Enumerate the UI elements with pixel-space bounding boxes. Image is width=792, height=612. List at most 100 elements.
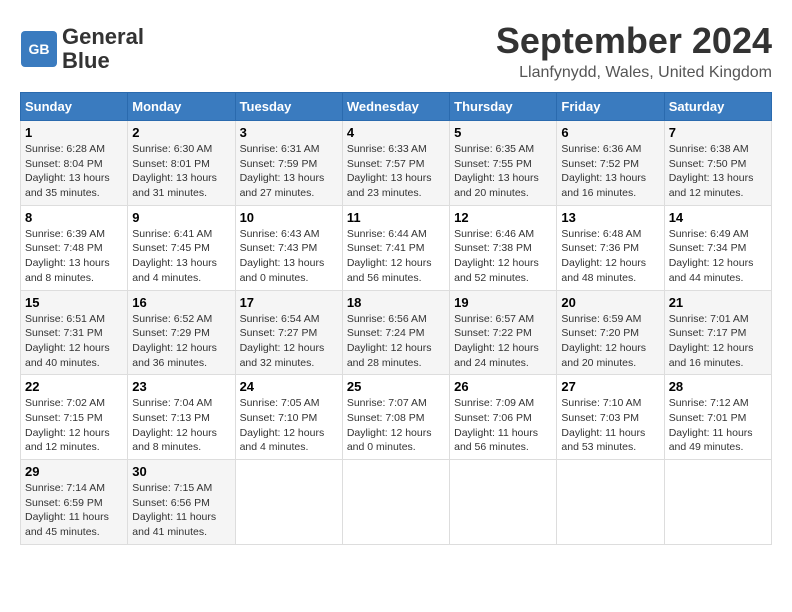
day-number: 5 [454,125,552,140]
calendar-cell: 13 Sunrise: 6:48 AM Sunset: 7:36 PM Dayl… [557,205,664,290]
day-info: Sunrise: 6:28 AM Sunset: 8:04 PM Dayligh… [25,142,123,201]
calendar-cell [342,460,449,545]
day-number: 9 [132,210,230,225]
calendar-table: SundayMondayTuesdayWednesdayThursdayFrid… [20,92,772,545]
day-info: Sunrise: 7:14 AM Sunset: 6:59 PM Dayligh… [25,481,123,540]
day-info: Sunrise: 7:10 AM Sunset: 7:03 PM Dayligh… [561,396,659,455]
calendar-cell: 5 Sunrise: 6:35 AM Sunset: 7:55 PM Dayli… [450,121,557,206]
calendar-cell: 8 Sunrise: 6:39 AM Sunset: 7:48 PM Dayli… [21,205,128,290]
day-number: 18 [347,295,445,310]
calendar-cell: 26 Sunrise: 7:09 AM Sunset: 7:06 PM Dayl… [450,375,557,460]
day-number: 3 [240,125,338,140]
calendar-cell: 28 Sunrise: 7:12 AM Sunset: 7:01 PM Dayl… [664,375,771,460]
day-number: 12 [454,210,552,225]
day-info: Sunrise: 6:56 AM Sunset: 7:24 PM Dayligh… [347,312,445,371]
calendar-cell: 1 Sunrise: 6:28 AM Sunset: 8:04 PM Dayli… [21,121,128,206]
logo: GB General Blue [20,25,144,73]
calendar-cell: 17 Sunrise: 6:54 AM Sunset: 7:27 PM Dayl… [235,290,342,375]
calendar-cell [450,460,557,545]
day-number: 14 [669,210,767,225]
column-header-friday: Friday [557,93,664,121]
day-number: 23 [132,379,230,394]
week-row-4: 22 Sunrise: 7:02 AM Sunset: 7:15 PM Dayl… [21,375,772,460]
location: Llanfynydd, Wales, United Kingdom [496,64,772,82]
day-number: 1 [25,125,123,140]
day-number: 22 [25,379,123,394]
day-number: 8 [25,210,123,225]
week-row-3: 15 Sunrise: 6:51 AM Sunset: 7:31 PM Dayl… [21,290,772,375]
calendar-cell [235,460,342,545]
calendar-cell: 18 Sunrise: 6:56 AM Sunset: 7:24 PM Dayl… [342,290,449,375]
day-info: Sunrise: 6:36 AM Sunset: 7:52 PM Dayligh… [561,142,659,201]
day-info: Sunrise: 6:31 AM Sunset: 7:59 PM Dayligh… [240,142,338,201]
column-header-monday: Monday [128,93,235,121]
day-number: 26 [454,379,552,394]
day-info: Sunrise: 6:54 AM Sunset: 7:27 PM Dayligh… [240,312,338,371]
day-number: 16 [132,295,230,310]
day-info: Sunrise: 6:51 AM Sunset: 7:31 PM Dayligh… [25,312,123,371]
column-header-sunday: Sunday [21,93,128,121]
day-info: Sunrise: 6:30 AM Sunset: 8:01 PM Dayligh… [132,142,230,201]
day-number: 25 [347,379,445,394]
week-row-5: 29 Sunrise: 7:14 AM Sunset: 6:59 PM Dayl… [21,460,772,545]
calendar-cell: 29 Sunrise: 7:14 AM Sunset: 6:59 PM Dayl… [21,460,128,545]
calendar-cell: 7 Sunrise: 6:38 AM Sunset: 7:50 PM Dayli… [664,121,771,206]
day-info: Sunrise: 6:59 AM Sunset: 7:20 PM Dayligh… [561,312,659,371]
calendar-cell: 11 Sunrise: 6:44 AM Sunset: 7:41 PM Dayl… [342,205,449,290]
day-info: Sunrise: 6:49 AM Sunset: 7:34 PM Dayligh… [669,227,767,286]
day-number: 21 [669,295,767,310]
day-info: Sunrise: 7:05 AM Sunset: 7:10 PM Dayligh… [240,396,338,455]
svg-text:GB: GB [29,41,50,57]
page-header: GB General Blue September 2024 Llanfynyd… [20,20,772,82]
day-info: Sunrise: 6:39 AM Sunset: 7:48 PM Dayligh… [25,227,123,286]
day-number: 17 [240,295,338,310]
day-info: Sunrise: 6:52 AM Sunset: 7:29 PM Dayligh… [132,312,230,371]
day-number: 19 [454,295,552,310]
calendar-cell: 4 Sunrise: 6:33 AM Sunset: 7:57 PM Dayli… [342,121,449,206]
week-row-2: 8 Sunrise: 6:39 AM Sunset: 7:48 PM Dayli… [21,205,772,290]
day-number: 20 [561,295,659,310]
calendar-cell: 12 Sunrise: 6:46 AM Sunset: 7:38 PM Dayl… [450,205,557,290]
calendar-cell: 16 Sunrise: 6:52 AM Sunset: 7:29 PM Dayl… [128,290,235,375]
day-info: Sunrise: 6:33 AM Sunset: 7:57 PM Dayligh… [347,142,445,201]
day-number: 6 [561,125,659,140]
day-number: 11 [347,210,445,225]
calendar-cell: 30 Sunrise: 7:15 AM Sunset: 6:56 PM Dayl… [128,460,235,545]
day-info: Sunrise: 7:09 AM Sunset: 7:06 PM Dayligh… [454,396,552,455]
logo-icon: GB [20,30,58,68]
calendar-cell: 23 Sunrise: 7:04 AM Sunset: 7:13 PM Dayl… [128,375,235,460]
calendar-cell: 20 Sunrise: 6:59 AM Sunset: 7:20 PM Dayl… [557,290,664,375]
day-info: Sunrise: 6:48 AM Sunset: 7:36 PM Dayligh… [561,227,659,286]
day-info: Sunrise: 7:07 AM Sunset: 7:08 PM Dayligh… [347,396,445,455]
day-info: Sunrise: 7:01 AM Sunset: 7:17 PM Dayligh… [669,312,767,371]
week-row-1: 1 Sunrise: 6:28 AM Sunset: 8:04 PM Dayli… [21,121,772,206]
day-number: 10 [240,210,338,225]
day-info: Sunrise: 7:02 AM Sunset: 7:15 PM Dayligh… [25,396,123,455]
day-number: 29 [25,464,123,479]
calendar-cell: 19 Sunrise: 6:57 AM Sunset: 7:22 PM Dayl… [450,290,557,375]
logo-text: General Blue [62,25,144,73]
day-number: 7 [669,125,767,140]
day-number: 2 [132,125,230,140]
day-info: Sunrise: 6:35 AM Sunset: 7:55 PM Dayligh… [454,142,552,201]
calendar-cell: 3 Sunrise: 6:31 AM Sunset: 7:59 PM Dayli… [235,121,342,206]
day-number: 28 [669,379,767,394]
day-number: 15 [25,295,123,310]
calendar-cell [557,460,664,545]
day-number: 30 [132,464,230,479]
day-number: 13 [561,210,659,225]
day-number: 4 [347,125,445,140]
calendar-cell: 25 Sunrise: 7:07 AM Sunset: 7:08 PM Dayl… [342,375,449,460]
column-header-tuesday: Tuesday [235,93,342,121]
day-info: Sunrise: 6:41 AM Sunset: 7:45 PM Dayligh… [132,227,230,286]
column-header-wednesday: Wednesday [342,93,449,121]
month-title: September 2024 [496,20,772,62]
day-info: Sunrise: 7:15 AM Sunset: 6:56 PM Dayligh… [132,481,230,540]
day-info: Sunrise: 6:57 AM Sunset: 7:22 PM Dayligh… [454,312,552,371]
day-number: 27 [561,379,659,394]
calendar-cell [664,460,771,545]
day-info: Sunrise: 7:04 AM Sunset: 7:13 PM Dayligh… [132,396,230,455]
day-info: Sunrise: 7:12 AM Sunset: 7:01 PM Dayligh… [669,396,767,455]
calendar-cell: 2 Sunrise: 6:30 AM Sunset: 8:01 PM Dayli… [128,121,235,206]
calendar-cell: 21 Sunrise: 7:01 AM Sunset: 7:17 PM Dayl… [664,290,771,375]
